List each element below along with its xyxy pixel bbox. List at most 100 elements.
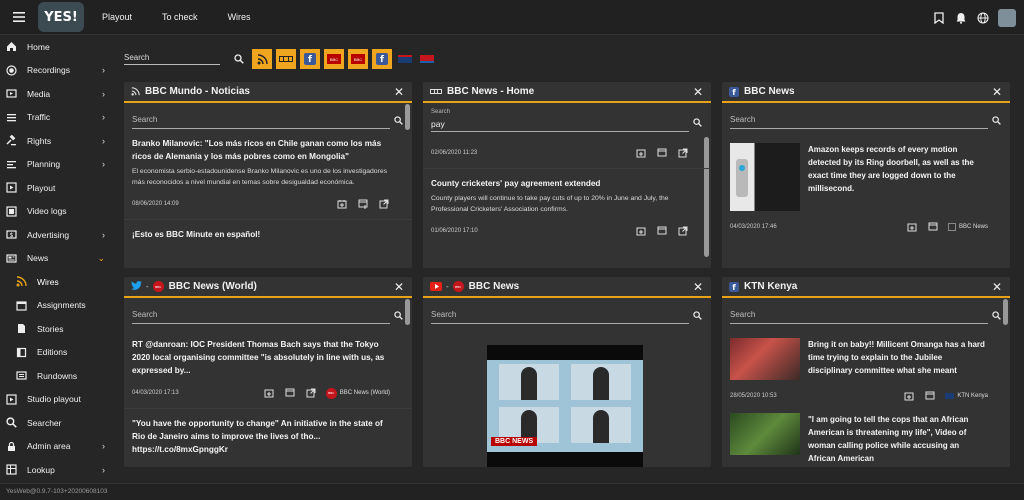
bbc-news-alt-icon[interactable]: BBC (348, 49, 368, 69)
open-external-icon[interactable] (305, 387, 317, 399)
sidebar-item-label: Video logs (27, 206, 67, 217)
rss-feed-icon[interactable] (252, 49, 272, 69)
user-avatar[interactable] (998, 8, 1016, 27)
bookmark-icon[interactable] (932, 11, 946, 25)
chevron-right-icon[interactable]: › (102, 136, 105, 146)
add-to-calendar-icon[interactable] (263, 387, 275, 399)
card-search-input[interactable]: Search (132, 112, 403, 129)
nav-wires[interactable]: Wires (228, 12, 251, 22)
add-to-rundown-icon[interactable] (656, 147, 668, 159)
toolbar-search-input[interactable]: Search (124, 53, 220, 65)
add-to-calendar-icon[interactable] (635, 225, 647, 237)
news-thumbnail-image[interactable] (730, 338, 800, 380)
wire-item-title[interactable]: "You have the opportunity to change" An … (132, 417, 390, 456)
chevron-right-icon[interactable]: › (102, 230, 105, 240)
card-search-input[interactable]: Search (132, 307, 403, 324)
facebook-alt-icon[interactable]: f (372, 49, 392, 69)
card-search-input[interactable]: Search pay (431, 109, 702, 132)
search-icon[interactable] (230, 49, 248, 69)
ktn-logo-icon[interactable] (396, 49, 414, 69)
search-icon[interactable] (394, 311, 403, 322)
add-to-rundown-icon[interactable] (357, 198, 369, 210)
close-icon[interactable]: ✕ (992, 280, 1002, 294)
video-thumbnail-image[interactable]: BBC NEWS (487, 345, 643, 467)
sidebar-item-video-logs[interactable]: Video logs (0, 200, 113, 224)
sidebar-item-home[interactable]: Home (0, 35, 113, 59)
sidebar-item-assignments[interactable]: Assignments (0, 294, 113, 318)
facebook-icon[interactable]: f (300, 49, 320, 69)
chevron-right-icon[interactable]: › (102, 159, 105, 169)
search-icon[interactable] (992, 116, 1001, 127)
chevron-right-icon[interactable]: › (102, 89, 105, 99)
sidebar-item-planning[interactable]: Planning › (0, 153, 113, 177)
news-thumbnail-image[interactable] (730, 143, 800, 211)
nav-to-check[interactable]: To check (162, 12, 198, 22)
sidebar-item-searcher[interactable]: Searcher (0, 411, 113, 435)
sidebar-item-media[interactable]: Media › (0, 82, 113, 106)
card-search-input[interactable]: Search (431, 307, 702, 324)
search-icon[interactable] (992, 311, 1001, 322)
wire-item-date: 04/03/2020 17:13 (132, 390, 179, 396)
chevron-down-icon[interactable]: ⌄ (97, 253, 105, 264)
chevron-right-icon[interactable]: › (102, 65, 105, 75)
scrollbar[interactable] (405, 104, 410, 130)
close-icon[interactable]: ✕ (394, 85, 404, 99)
sidebar-item-advertising[interactable]: $ Advertising › (0, 223, 113, 247)
card-search-input[interactable]: Search (730, 307, 1001, 324)
divider (423, 168, 711, 169)
sidebar-item-stories[interactable]: Stories (0, 317, 113, 341)
sidebar-item-playout[interactable]: Playout (0, 176, 113, 200)
chevron-right-icon[interactable]: › (102, 441, 105, 451)
wire-item-title[interactable]: Amazon keeps records of every motion det… (808, 143, 988, 211)
card-search-input[interactable]: Search (730, 112, 1001, 129)
open-external-icon[interactable] (677, 147, 689, 159)
add-to-calendar-icon[interactable] (635, 147, 647, 159)
sidebar-item-wires[interactable]: Wires (0, 270, 113, 294)
open-external-icon[interactable] (378, 198, 390, 210)
wire-item-title[interactable]: Bring it on baby!! Millicent Omanga has … (808, 338, 988, 380)
sidebar-item-admin-area[interactable]: Admin area › (0, 435, 113, 459)
sidebar-item-rights[interactable]: Rights › (0, 129, 113, 153)
scrollbar[interactable] (1003, 299, 1008, 325)
open-external-icon[interactable] (677, 225, 689, 237)
wire-item-title[interactable]: RT @danroan: IOC President Thomas Bach s… (132, 338, 390, 377)
nav-playout[interactable]: Playout (102, 12, 132, 22)
chevron-right-icon[interactable]: › (102, 112, 105, 122)
add-to-calendar-icon[interactable] (903, 390, 915, 402)
sidebar-item-news[interactable]: News ⌄ (0, 247, 113, 271)
search-icon[interactable] (693, 311, 702, 322)
wire-item-title[interactable]: County cricketers' pay agreement extende… (431, 177, 689, 190)
news-channel-logo-icon[interactable] (418, 49, 436, 69)
sidebar-item-editions[interactable]: Editions (0, 341, 113, 365)
sidebar-item-recordings[interactable]: Recordings › (0, 59, 113, 83)
sidebar-item-lookup[interactable]: Lookup › (0, 458, 113, 482)
sidebar-item-traffic[interactable]: Traffic › (0, 106, 113, 130)
add-to-calendar-icon[interactable] (336, 198, 348, 210)
search-icon[interactable] (693, 118, 702, 129)
scrollbar[interactable] (405, 299, 410, 325)
add-to-rundown-icon[interactable] (927, 221, 939, 233)
add-to-rundown-icon[interactable] (924, 390, 936, 402)
sidebar-item-studio-playout[interactable]: Studio playout (0, 388, 113, 412)
news-thumbnail-image[interactable] (730, 413, 800, 455)
bbc-news-icon[interactable]: BBC (324, 49, 344, 69)
sidebar-item-rundowns[interactable]: Rundowns (0, 364, 113, 388)
wire-item-title[interactable]: "I am going to tell the cops that an Afr… (808, 413, 988, 465)
add-to-calendar-icon[interactable] (906, 221, 918, 233)
add-to-rundown-icon[interactable] (656, 225, 668, 237)
globe-icon[interactable] (976, 11, 990, 25)
add-to-rundown-icon[interactable] (284, 387, 296, 399)
app-logo[interactable]: YES! (38, 2, 84, 32)
close-icon[interactable]: ✕ (693, 85, 703, 99)
bell-icon[interactable] (954, 11, 968, 25)
wire-item-title[interactable]: ¡Esto es BBC Minute en español! (132, 228, 390, 241)
hamburger-menu-icon[interactable] (0, 12, 38, 22)
close-icon[interactable]: ✕ (693, 280, 703, 294)
top-bar: YES! Playout To check Wires (0, 0, 1024, 35)
chevron-right-icon[interactable]: › (102, 465, 105, 475)
close-icon[interactable]: ✕ (992, 85, 1002, 99)
search-icon[interactable] (394, 116, 403, 127)
wire-item-title[interactable]: Branko Milanovic: "Los más ricos en Chil… (132, 137, 390, 163)
bbc-logo-icon[interactable] (276, 49, 296, 69)
close-icon[interactable]: ✕ (394, 280, 404, 294)
